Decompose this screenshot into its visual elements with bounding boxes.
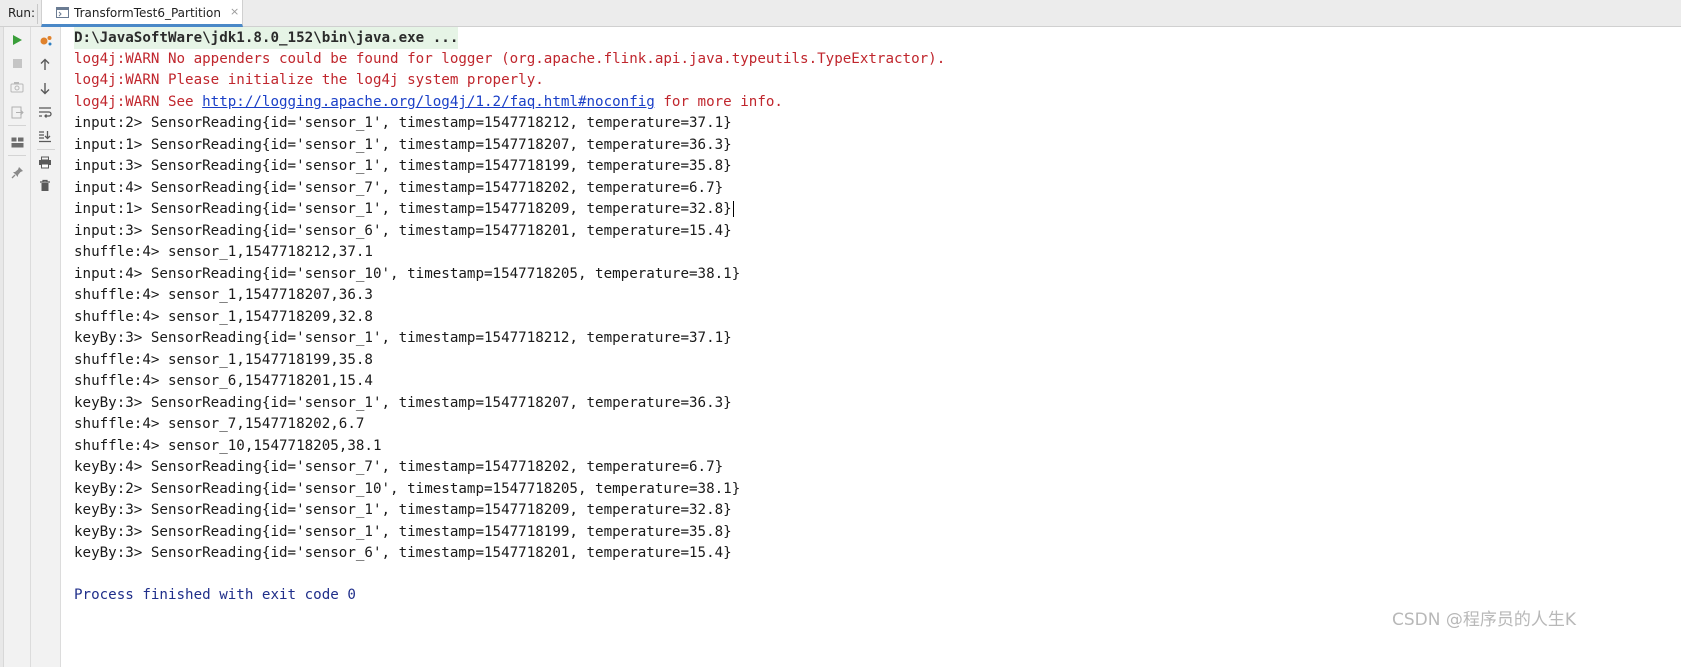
text-caret [732, 201, 734, 217]
console-output-line: shuffle:4> sensor_7,1547718202,6.7 [74, 416, 365, 432]
run-toolbar-secondary [31, 27, 61, 667]
console-output-line: shuffle:4> sensor_1,1547718207,36.3 [74, 287, 373, 303]
print-icon[interactable] [36, 153, 54, 171]
tab-separator [37, 4, 38, 24]
console-output-line: input:4> SensorReading{id='sensor_10', t… [74, 266, 741, 282]
console-output-line: input:4> SensorReading{id='sensor_7', ti… [74, 180, 724, 196]
log4j-faq-link[interactable]: http://logging.apache.org/log4j/1.2/faq.… [202, 94, 655, 110]
run-label: Run: [8, 6, 36, 20]
toolbar-divider [8, 155, 26, 156]
run-toolbar-primary [4, 27, 31, 667]
soft-wrap-icon[interactable] [36, 103, 54, 121]
console-warning-line: log4j:WARN Please initialize the log4j s… [74, 72, 544, 88]
layout-icon[interactable] [8, 133, 26, 151]
console-output-line: input:3> SensorReading{id='sensor_6', ti… [74, 223, 732, 239]
console-warning-line: log4j:WARN See http://logging.apache.org… [74, 91, 783, 113]
run-tab-bar: Run: TransformTest6_Partition × [0, 0, 1681, 27]
console-output-line: input:2> SensorReading{id='sensor_1', ti… [74, 115, 732, 131]
console-output-line: shuffle:4> sensor_1,1547718209,32.8 [74, 309, 373, 325]
run-icon[interactable] [8, 31, 26, 49]
warning-prefix: log4j:WARN See [74, 94, 203, 110]
tab-transformtest6-partition[interactable]: TransformTest6_Partition × [41, 0, 243, 27]
console-output-line: shuffle:4> sensor_6,1547718201,15.4 [74, 373, 373, 389]
warning-suffix: for more info. [654, 94, 783, 110]
console-tab-icon [56, 7, 69, 18]
console-output[interactable]: D:\JavaSoftWare\jdk1.8.0_152\bin\java.ex… [61, 27, 1681, 667]
exit-icon[interactable] [8, 103, 26, 121]
camera-icon[interactable] [8, 78, 26, 96]
console-output-line: keyBy:3> SensorReading{id='sensor_1', ti… [74, 502, 732, 518]
close-icon[interactable]: × [230, 5, 239, 18]
up-arrow-icon[interactable] [36, 55, 54, 73]
console-output-line: shuffle:4> sensor_1,1547718199,35.8 [74, 352, 373, 368]
stop-icon[interactable] [8, 54, 26, 72]
scroll-to-end-icon[interactable] [36, 127, 54, 145]
console-output-line: keyBy:2> SensorReading{id='sensor_10', t… [74, 481, 741, 497]
debug-icon[interactable] [36, 31, 54, 49]
console-output-line: keyBy:3> SensorReading{id='sensor_1', ti… [74, 330, 732, 346]
pin-icon[interactable] [8, 163, 26, 181]
tab-title: TransformTest6_Partition [74, 6, 221, 20]
exit-message: Process finished with exit code 0 [74, 587, 356, 603]
console-output-line: input:1> SensorReading{id='sensor_1', ti… [74, 137, 732, 153]
console-output-line: shuffle:4> sensor_1,1547718212,37.1 [74, 244, 373, 260]
console-output-line: input:3> SensorReading{id='sensor_1', ti… [74, 158, 732, 174]
trash-icon[interactable] [36, 176, 54, 194]
console-output-text: input:1> SensorReading{id='sensor_1', ti… [74, 201, 732, 217]
console-output-line: input:1> SensorReading{id='sensor_1', ti… [74, 198, 734, 220]
console-output-line: keyBy:3> SensorReading{id='sensor_1', ti… [74, 395, 732, 411]
console-output-line: keyBy:3> SensorReading{id='sensor_6', ti… [74, 545, 732, 561]
console-output-line: keyBy:3> SensorReading{id='sensor_1', ti… [74, 524, 732, 540]
console-output-line: keyBy:4> SensorReading{id='sensor_7', ti… [74, 459, 724, 475]
console-warning-line: log4j:WARN No appenders could be found f… [74, 51, 946, 67]
csdn-watermark: CSDN @程序员的人生K [1392, 610, 1577, 630]
console-command-line: D:\JavaSoftWare\jdk1.8.0_152\bin\java.ex… [74, 27, 459, 49]
toolbar-divider [8, 125, 26, 126]
console-output-line: shuffle:4> sensor_10,1547718205,38.1 [74, 438, 382, 454]
down-arrow-icon[interactable] [36, 79, 54, 97]
toolbar-divider [37, 149, 55, 150]
